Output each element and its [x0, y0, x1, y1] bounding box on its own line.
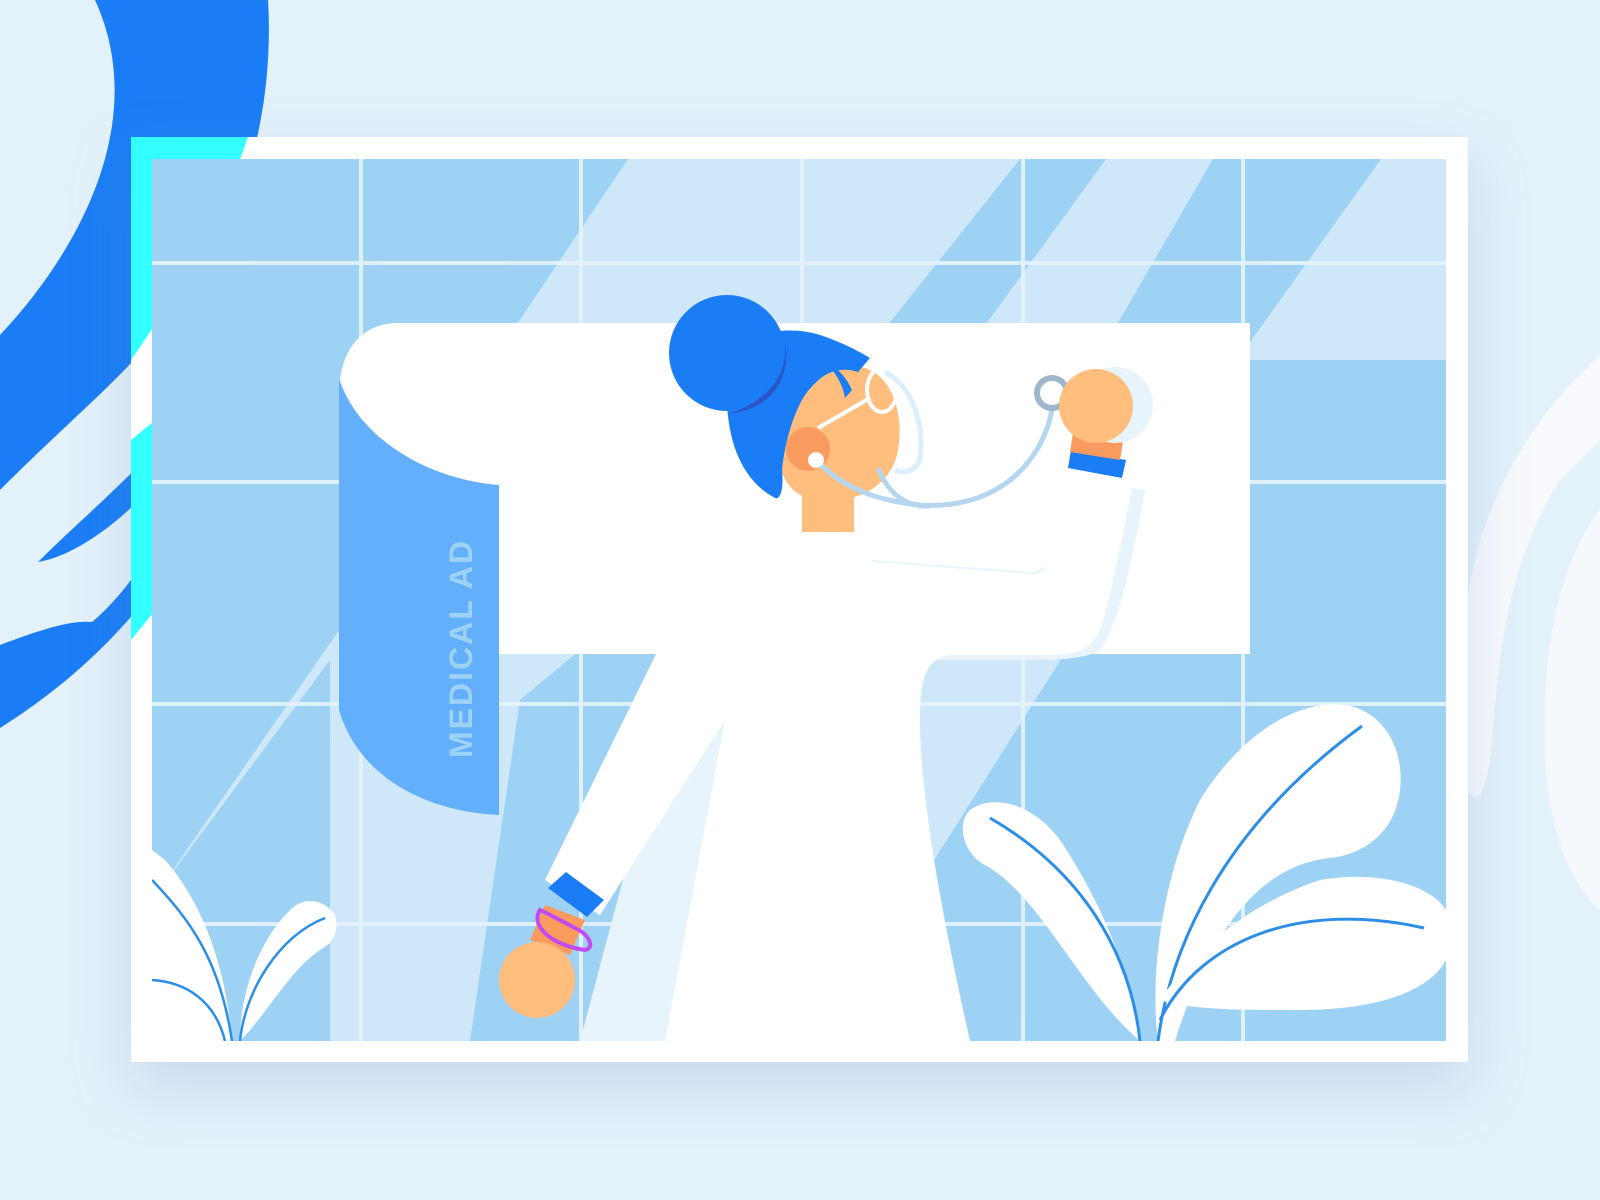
stethoscope-earpiece	[808, 452, 824, 468]
medical-ad-illustration: MEDICAL AD	[0, 0, 1600, 1062]
tiled-wall: MEDICAL AD	[152, 159, 1446, 1041]
feather-right-shape-2	[1544, 510, 1600, 910]
banner-label: MEDICAL AD	[443, 539, 479, 758]
left-hand	[499, 942, 575, 1018]
right-hand	[1059, 369, 1133, 443]
